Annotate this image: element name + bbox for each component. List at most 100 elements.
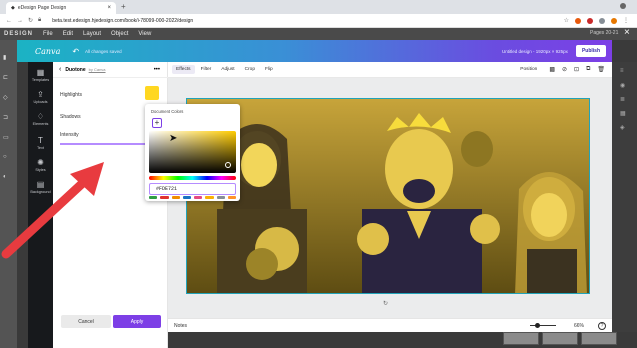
- panel-header: ‹ Duotone by Canva •••: [53, 62, 168, 78]
- color-swatch[interactable]: [216, 196, 225, 199]
- color-swatch[interactable]: [182, 196, 191, 199]
- extension-icon[interactable]: [599, 17, 605, 24]
- tool-icon[interactable]: ⊏: [3, 74, 8, 81]
- highlights-color-swatch[interactable]: [145, 86, 159, 100]
- menu-icon[interactable]: ⋮: [623, 17, 629, 24]
- panel-icon[interactable]: ≣: [620, 96, 625, 103]
- host-bottom-strip: [168, 332, 637, 348]
- sidebar-item-templates[interactable]: ▦ Templates: [28, 68, 53, 82]
- notes-button[interactable]: Notes: [174, 323, 187, 329]
- menu-view[interactable]: View: [138, 31, 151, 37]
- duplicate-icon[interactable]: ⧉: [586, 66, 590, 73]
- panel-title: Duotone: [65, 66, 86, 73]
- color-picker-popover: Document Colors +: [145, 104, 240, 201]
- tab-filter[interactable]: Filter: [197, 65, 216, 74]
- color-swatch[interactable]: [149, 196, 158, 199]
- cancel-button[interactable]: Cancel: [61, 315, 111, 328]
- tab-adjust[interactable]: Adjust: [217, 65, 238, 74]
- color-swatch[interactable]: [160, 196, 169, 199]
- design-title[interactable]: Untitled design - 1920px × 925px: [502, 49, 568, 54]
- panel-author-link[interactable]: by Canva: [89, 67, 106, 72]
- extension-icon[interactable]: [587, 17, 593, 24]
- avatar[interactable]: [611, 17, 617, 24]
- duotone-photo[interactable]: [186, 98, 590, 294]
- tool-icon[interactable]: ▮: [3, 54, 6, 61]
- sidebar-item-label: Elements: [32, 122, 49, 126]
- intensity-label: Intensity: [60, 132, 79, 138]
- zoom-slider-knob[interactable]: [535, 323, 541, 328]
- window-control-icon[interactable]: [620, 3, 626, 9]
- menu-edit[interactable]: Edit: [63, 31, 73, 37]
- saturation-knob[interactable]: [225, 162, 231, 168]
- hex-color-input[interactable]: [149, 183, 236, 195]
- sidebar-item-label: Templates: [31, 78, 50, 82]
- menu-file[interactable]: File: [43, 31, 53, 37]
- tab-crop[interactable]: Crop: [241, 65, 259, 74]
- reload-icon[interactable]: ↻: [28, 17, 33, 24]
- save-status: All changes saved: [85, 48, 122, 54]
- page-thumbnail[interactable]: [503, 332, 539, 345]
- sidebar-item-elements[interactable]: ♢ Elements: [28, 112, 53, 126]
- undo-icon[interactable]: ↶: [72, 47, 79, 56]
- menu-layout[interactable]: Layout: [83, 31, 101, 37]
- favicon-icon: ◆: [11, 5, 15, 11]
- red-arrow-annotation: [1, 162, 104, 259]
- shadows-label: Shadows: [60, 114, 81, 120]
- host-right-strip: ≡ ◉ ≣ ▦ ◈: [612, 62, 637, 348]
- back-chevron-icon[interactable]: ‹: [59, 66, 61, 73]
- notes-bar: Notes 66% ?: [168, 318, 612, 332]
- browser-tab-title: eDesign Page Design: [17, 5, 67, 11]
- saturation-picker[interactable]: [149, 131, 236, 173]
- photo-content: [187, 99, 589, 293]
- add-color-button[interactable]: +: [152, 118, 162, 128]
- trash-icon[interactable]: 🗑︎: [597, 66, 605, 73]
- color-swatch[interactable]: [194, 196, 203, 199]
- close-icon[interactable]: ×: [624, 27, 630, 38]
- lock-icon: 🔒︎: [38, 17, 42, 23]
- extension-icon[interactable]: [575, 17, 581, 24]
- star-icon[interactable]: ☆: [564, 17, 569, 24]
- color-swatch[interactable]: [227, 196, 236, 199]
- panel-icon[interactable]: ▦: [620, 110, 626, 117]
- back-icon[interactable]: ←: [6, 18, 12, 24]
- browser-extension-icons: ☆ ⋮: [564, 17, 629, 24]
- help-icon[interactable]: ?: [598, 321, 606, 330]
- new-tab-icon[interactable]: +: [121, 2, 126, 11]
- panel-icon[interactable]: ◉: [620, 82, 625, 89]
- tool-icon[interactable]: ⊐: [3, 114, 8, 121]
- publish-button[interactable]: Publish: [575, 45, 606, 57]
- sidebar-item-uploads[interactable]: ⇪ Uploads: [28, 90, 53, 104]
- url-field[interactable]: beta.test.edesign.hjedesign.com/book/i-7…: [52, 18, 193, 24]
- tab-flip[interactable]: Flip: [261, 65, 277, 74]
- sidebar-item-text[interactable]: T Text: [28, 136, 53, 150]
- link-icon[interactable]: ⊘: [562, 66, 567, 73]
- upload-icon: ⇪: [37, 90, 44, 99]
- panel-icon[interactable]: ≡: [620, 68, 624, 74]
- tab-effects[interactable]: Effects: [172, 65, 195, 74]
- hue-slider[interactable]: [149, 176, 236, 180]
- tool-icon[interactable]: ▭: [3, 134, 9, 141]
- page-thumbnail[interactable]: [542, 332, 578, 345]
- transparency-icon[interactable]: ▩: [549, 66, 555, 73]
- panel-icon[interactable]: ◈: [620, 124, 625, 131]
- menu-object[interactable]: Object: [111, 31, 128, 37]
- position-button[interactable]: Position: [520, 67, 537, 72]
- canva-logo[interactable]: Canva: [35, 47, 60, 56]
- browser-tab[interactable]: ◆ eDesign Page Design ×: [6, 2, 116, 14]
- more-options-icon[interactable]: •••: [154, 67, 160, 73]
- templates-icon: ▦: [36, 68, 45, 77]
- color-swatch[interactable]: [171, 196, 180, 199]
- text-icon: T: [38, 136, 43, 145]
- page-thumbnail[interactable]: [581, 332, 617, 345]
- lock-icon[interactable]: ⊡: [574, 66, 579, 73]
- rotate-handle-icon[interactable]: ↻: [383, 300, 388, 307]
- apply-button[interactable]: Apply: [113, 315, 161, 328]
- forward-icon[interactable]: →: [17, 18, 23, 24]
- close-tab-icon[interactable]: ×: [107, 5, 111, 11]
- zoom-slider[interactable]: [529, 323, 556, 328]
- color-swatch[interactable]: [205, 196, 214, 199]
- zoom-level[interactable]: 66%: [574, 323, 584, 329]
- tool-icon[interactable]: ◇: [3, 94, 8, 101]
- document-colors-title: Document Colors: [151, 109, 184, 114]
- pages-label: Pages 20-21: [590, 30, 619, 36]
